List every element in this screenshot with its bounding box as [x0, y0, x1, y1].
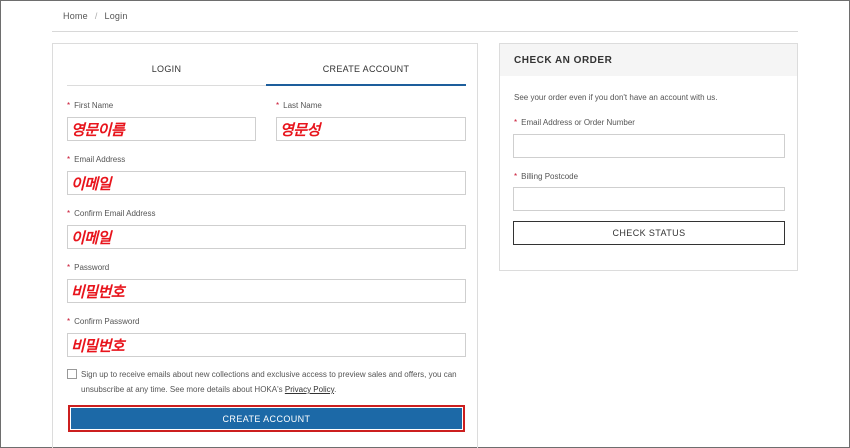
required-marker: * — [514, 172, 518, 181]
required-marker: * — [67, 263, 71, 272]
billing-postcode-field[interactable] — [513, 187, 785, 211]
account-panel: LOGIN CREATE ACCOUNT * First Name 영문이름 * L… — [52, 43, 478, 448]
email-label: * Email Address — [67, 155, 126, 164]
first-name-field[interactable]: 영문이름 — [67, 117, 256, 141]
breadcrumb-home-link[interactable]: Home — [63, 11, 88, 21]
account-tabs: LOGIN CREATE ACCOUNT — [67, 44, 466, 86]
check-order-intro: See your order even if you don't have an… — [514, 93, 718, 102]
required-marker: * — [67, 155, 71, 164]
order-number-field[interactable] — [513, 134, 785, 158]
last-name-field[interactable]: 영문성 — [276, 117, 466, 141]
check-order-title: CHECK AN ORDER — [500, 44, 797, 76]
required-marker: * — [514, 118, 518, 127]
newsletter-consent-text: Sign up to receive emails about new coll… — [81, 370, 457, 394]
confirm-email-value: 이메일 — [71, 229, 111, 247]
breadcrumb-current: Login — [104, 11, 128, 21]
required-marker: * — [276, 101, 280, 110]
required-marker: * — [67, 101, 71, 110]
breadcrumb: Home / Login — [63, 11, 128, 21]
tab-create-account[interactable]: CREATE ACCOUNT — [266, 44, 466, 86]
first-name-value: 영문이름 — [71, 121, 125, 139]
create-account-highlight: CREATE ACCOUNT — [68, 405, 465, 432]
confirm-password-label: * Confirm Password — [67, 317, 140, 326]
divider — [52, 31, 798, 32]
email-value: 이메일 — [71, 175, 111, 193]
password-label: * Password — [67, 263, 110, 272]
required-marker: * — [67, 317, 71, 326]
privacy-policy-link[interactable]: Privacy Policy — [285, 385, 334, 394]
first-name-label: * First Name — [67, 101, 114, 110]
confirm-email-label: * Confirm Email Address — [67, 209, 156, 218]
breadcrumb-separator: / — [94, 11, 98, 21]
newsletter-checkbox[interactable] — [67, 369, 77, 379]
create-account-button[interactable]: CREATE ACCOUNT — [71, 408, 462, 429]
check-status-button[interactable]: CHECK STATUS — [513, 221, 785, 245]
confirm-email-field[interactable]: 이메일 — [67, 225, 466, 249]
last-name-value: 영문성 — [280, 121, 320, 139]
tab-login[interactable]: LOGIN — [67, 44, 266, 86]
confirm-password-field[interactable]: 비밀번호 — [67, 333, 466, 357]
password-value: 비밀번호 — [71, 283, 125, 301]
required-marker: * — [67, 209, 71, 218]
order-number-label: * Email Address or Order Number — [514, 118, 635, 127]
last-name-label: * Last Name — [276, 101, 322, 110]
password-field[interactable]: 비밀번호 — [67, 279, 466, 303]
confirm-password-value: 비밀번호 — [71, 337, 125, 355]
email-field[interactable]: 이메일 — [67, 171, 466, 195]
billing-postcode-label: * Billing Postcode — [514, 172, 579, 181]
check-order-panel: CHECK AN ORDER See your order even if yo… — [499, 43, 798, 271]
